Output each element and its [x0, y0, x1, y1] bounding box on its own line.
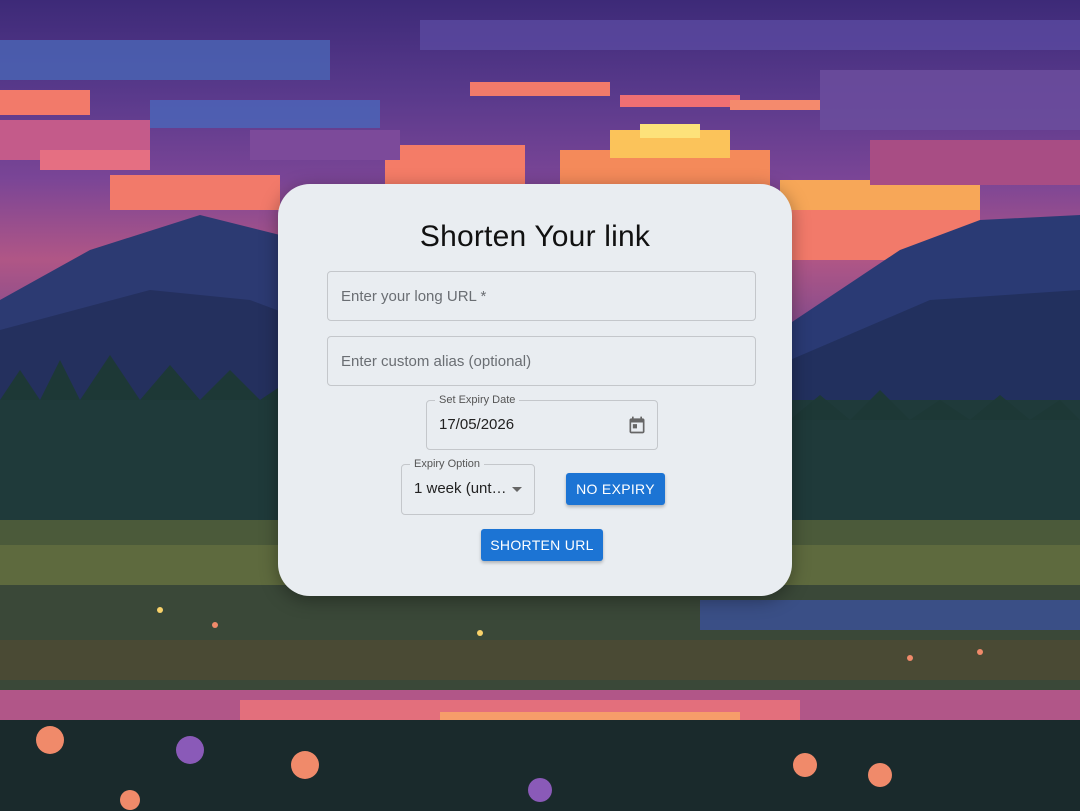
custom-alias-field	[327, 336, 756, 386]
expiry-option-value: 1 week (unt…	[414, 480, 507, 497]
expiry-date-value: 17/05/2026	[439, 416, 515, 433]
page-title: Shorten Your link	[419, 220, 651, 253]
custom-alias-input[interactable]	[328, 337, 755, 385]
expiry-option-label: Expiry Option	[410, 457, 485, 471]
long-url-field	[327, 271, 756, 321]
expiry-option-select[interactable]: Expiry Option 1 week (unt…	[401, 457, 535, 515]
calendar-icon[interactable]	[627, 415, 647, 435]
no-expiry-button[interactable]: NO EXPIRY	[566, 473, 665, 505]
long-url-input[interactable]	[328, 272, 755, 320]
shorten-url-button[interactable]: SHORTEN URL	[481, 529, 603, 561]
shorten-card: Shorten Your link Set Expiry Date 17/05/…	[278, 184, 792, 596]
dropdown-arrow-icon	[512, 487, 522, 492]
expiry-date-picker[interactable]: Set Expiry Date 17/05/2026	[426, 393, 658, 450]
expiry-date-label: Set Expiry Date	[435, 393, 520, 407]
